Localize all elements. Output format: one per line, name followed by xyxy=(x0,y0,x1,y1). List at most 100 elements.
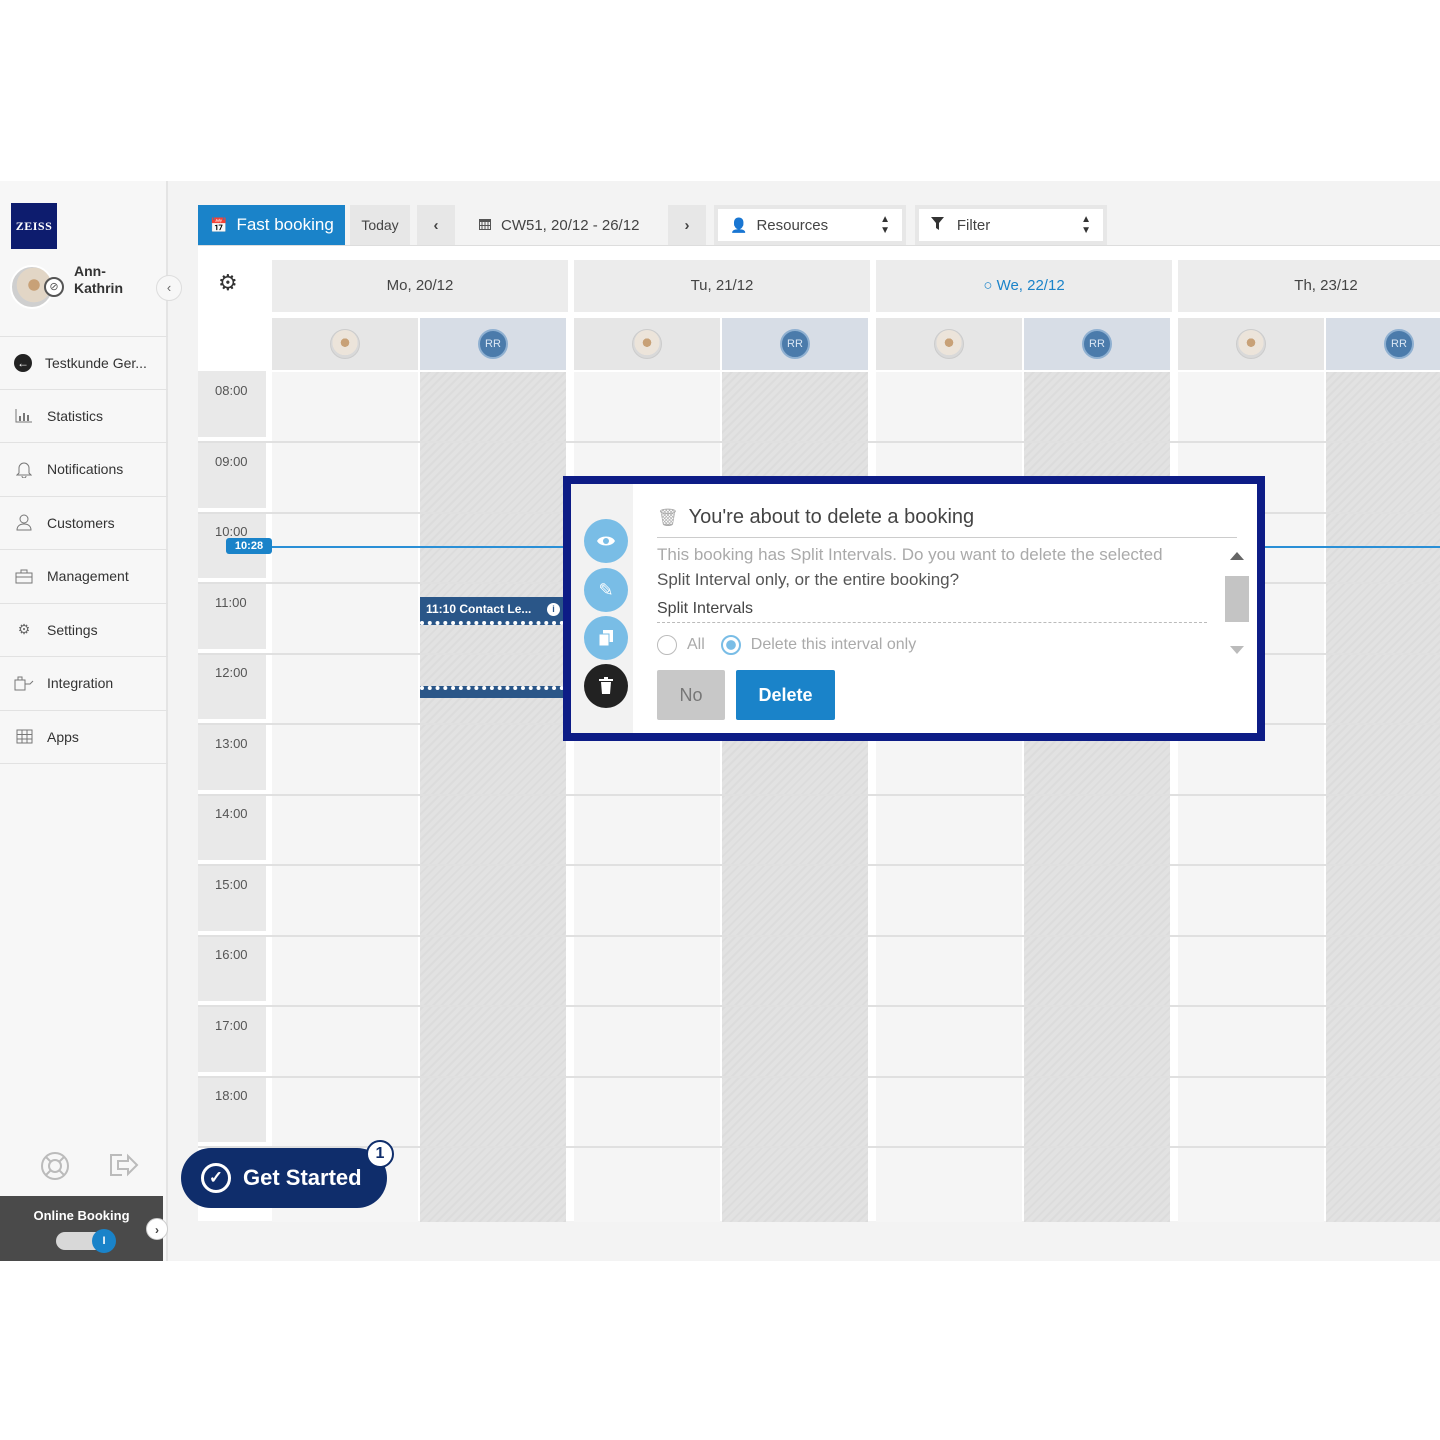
avatar xyxy=(1236,329,1266,359)
booking-actions-bar: ✎ xyxy=(571,484,633,733)
sidebar-item-label: Notifications xyxy=(47,461,124,478)
grid-line xyxy=(198,1076,1440,1078)
resource-header: RR xyxy=(722,318,868,370)
dialog-scrollbar[interactable] xyxy=(1225,548,1249,658)
scrollbar-thumb[interactable] xyxy=(1225,576,1249,622)
hour-label: 18:00 xyxy=(198,1076,266,1142)
app-window: ZEISS ⊘ Ann- Kathrin ‹ ← Testkunde Ger..… xyxy=(0,181,1440,1261)
customer-circle-icon: ← xyxy=(14,353,32,372)
radio-interval-only[interactable] xyxy=(720,635,741,655)
gears-icon: ⚙ xyxy=(17,621,31,638)
delete-trash-button[interactable] xyxy=(584,664,628,708)
delete-booking-dialog: ✎ 🗑 You're about to delete a booking This… xyxy=(563,476,1265,741)
user-profile[interactable]: ⊘ Ann- Kathrin xyxy=(10,263,160,313)
scroll-up-icon[interactable] xyxy=(1230,552,1244,560)
get-started-button[interactable]: ✓ Get Started 1 xyxy=(181,1140,394,1208)
avatar xyxy=(330,329,360,359)
hour-label: 15:00 xyxy=(198,864,266,931)
radio-all[interactable] xyxy=(657,635,677,655)
avatar: RR xyxy=(478,329,508,359)
grid-line xyxy=(198,864,1440,866)
hour-label: 11:00 xyxy=(198,582,266,649)
sidebar: ZEISS ⊘ Ann- Kathrin ‹ ← Testkunde Ger..… xyxy=(0,181,182,1261)
hour-label: 13:00 xyxy=(198,723,266,790)
sidebar-item-label: Apps xyxy=(47,728,79,745)
collapse-sidebar-button[interactable]: ‹ xyxy=(156,275,182,301)
person-icon: 👤 xyxy=(730,216,748,233)
day-header-today[interactable]: ○ We, 22/12 xyxy=(876,260,1172,312)
grid-line xyxy=(198,935,1440,937)
sidebar-item-notifications[interactable]: Notifications xyxy=(0,443,168,497)
previous-week-button[interactable]: ‹ xyxy=(417,205,455,245)
option-interval-only[interactable]: Delete this interval only xyxy=(720,635,916,655)
copy-button[interactable] xyxy=(584,616,628,660)
dialog-scroll-area[interactable]: This booking has Split Intervals. Do you… xyxy=(657,540,1217,658)
hour-label: 08:00 xyxy=(198,371,266,437)
fast-booking-button[interactable]: 📅 Fast booking xyxy=(198,205,345,245)
week-label: CW51, 20/12 - 26/12 xyxy=(501,216,640,234)
info-icon[interactable]: i xyxy=(547,603,560,616)
plug-icon xyxy=(14,673,34,693)
logout-icon[interactable] xyxy=(108,1151,140,1188)
delete-button[interactable]: Delete xyxy=(736,670,835,720)
sidebar-item-customers[interactable]: Customers xyxy=(0,497,168,550)
sort-caret-icon: ▲ ▼ xyxy=(880,214,890,236)
briefcase-icon xyxy=(14,566,34,586)
calendar-settings-icon[interactable]: ⚙ xyxy=(218,270,238,296)
resource-header xyxy=(1178,318,1324,370)
sidebar-item-label: Customers xyxy=(47,514,115,531)
filter-label: Filter xyxy=(956,216,991,234)
today-circle-icon: ○ xyxy=(983,277,997,294)
resource-column[interactable] xyxy=(272,372,418,1222)
booking-block[interactable]: 11:10 Contact Le... i xyxy=(420,597,564,625)
booking-label: 11:10 Contact Le... xyxy=(426,602,532,616)
dialog-title: 🗑 You're about to delete a booking xyxy=(657,506,974,529)
sidebar-item-apps[interactable]: Apps xyxy=(0,711,168,764)
sidebar-item-label: Testkunde Ger... xyxy=(45,354,147,371)
sort-caret-icon: ▲ ▼ xyxy=(1081,214,1091,236)
resource-header xyxy=(272,318,418,370)
booking-block-split[interactable] xyxy=(420,686,564,698)
sidebar-item-settings[interactable]: ⚙ Settings xyxy=(0,604,168,657)
resource-header: RR xyxy=(1326,318,1440,370)
week-selector[interactable]: CW51, 20/12 - 26/12 xyxy=(460,205,665,245)
dialog-message-line-2: Split Interval only, or the entire booki… xyxy=(657,570,960,589)
sidebar-item-label: Management xyxy=(47,568,129,585)
toggle-knob: I xyxy=(92,1229,116,1253)
sidebar-item-testkunde[interactable]: ← Testkunde Ger... xyxy=(0,336,168,390)
day-header[interactable]: Th, 23/12 xyxy=(1178,260,1440,312)
filter-select[interactable]: Filter ▲ ▼ xyxy=(915,205,1107,245)
edit-pencil-button[interactable]: ✎ xyxy=(584,568,628,612)
resource-column[interactable] xyxy=(1326,372,1440,1222)
hour-label: 16:00 xyxy=(198,935,266,1001)
bar-chart-icon xyxy=(14,406,34,426)
current-time-badge: 10:28 xyxy=(226,538,272,554)
chevron-right-icon[interactable]: › xyxy=(146,1218,168,1240)
sidebar-item-label: Statistics xyxy=(47,407,104,424)
day-header[interactable]: Mo, 20/12 xyxy=(272,260,568,312)
avatar: RR xyxy=(1082,329,1112,359)
sidebar-item-integration[interactable]: Integration xyxy=(0,657,168,711)
fast-booking-label: Fast booking xyxy=(236,215,334,234)
avatar: RR xyxy=(780,329,810,359)
split-intervals-label: Split Intervals xyxy=(657,600,1207,623)
grid-line xyxy=(198,1005,1440,1007)
resources-select[interactable]: 👤 Resources ▲ ▼ xyxy=(714,205,906,245)
resource-column[interactable] xyxy=(420,372,566,1222)
view-eye-button[interactable] xyxy=(584,519,628,563)
sidebar-item-management[interactable]: Management xyxy=(0,550,168,604)
grid-icon xyxy=(14,727,34,747)
day-header[interactable]: Tu, 21/12 xyxy=(574,260,870,312)
online-booking-toggle[interactable]: I xyxy=(56,1229,116,1253)
help-lifebuoy-icon[interactable] xyxy=(40,1151,70,1188)
scroll-down-icon[interactable] xyxy=(1230,646,1244,654)
notification-count-badge: 1 xyxy=(366,1140,394,1168)
check-circle-icon: ✓ xyxy=(201,1163,231,1193)
funnel-icon xyxy=(931,216,948,233)
next-week-button[interactable]: › xyxy=(668,205,706,245)
resource-header: RR xyxy=(420,318,566,370)
sidebar-item-statistics[interactable]: Statistics xyxy=(0,390,168,443)
option-all[interactable]: All xyxy=(657,635,705,655)
today-button[interactable]: Today xyxy=(350,205,410,245)
no-button[interactable]: No xyxy=(657,670,725,720)
